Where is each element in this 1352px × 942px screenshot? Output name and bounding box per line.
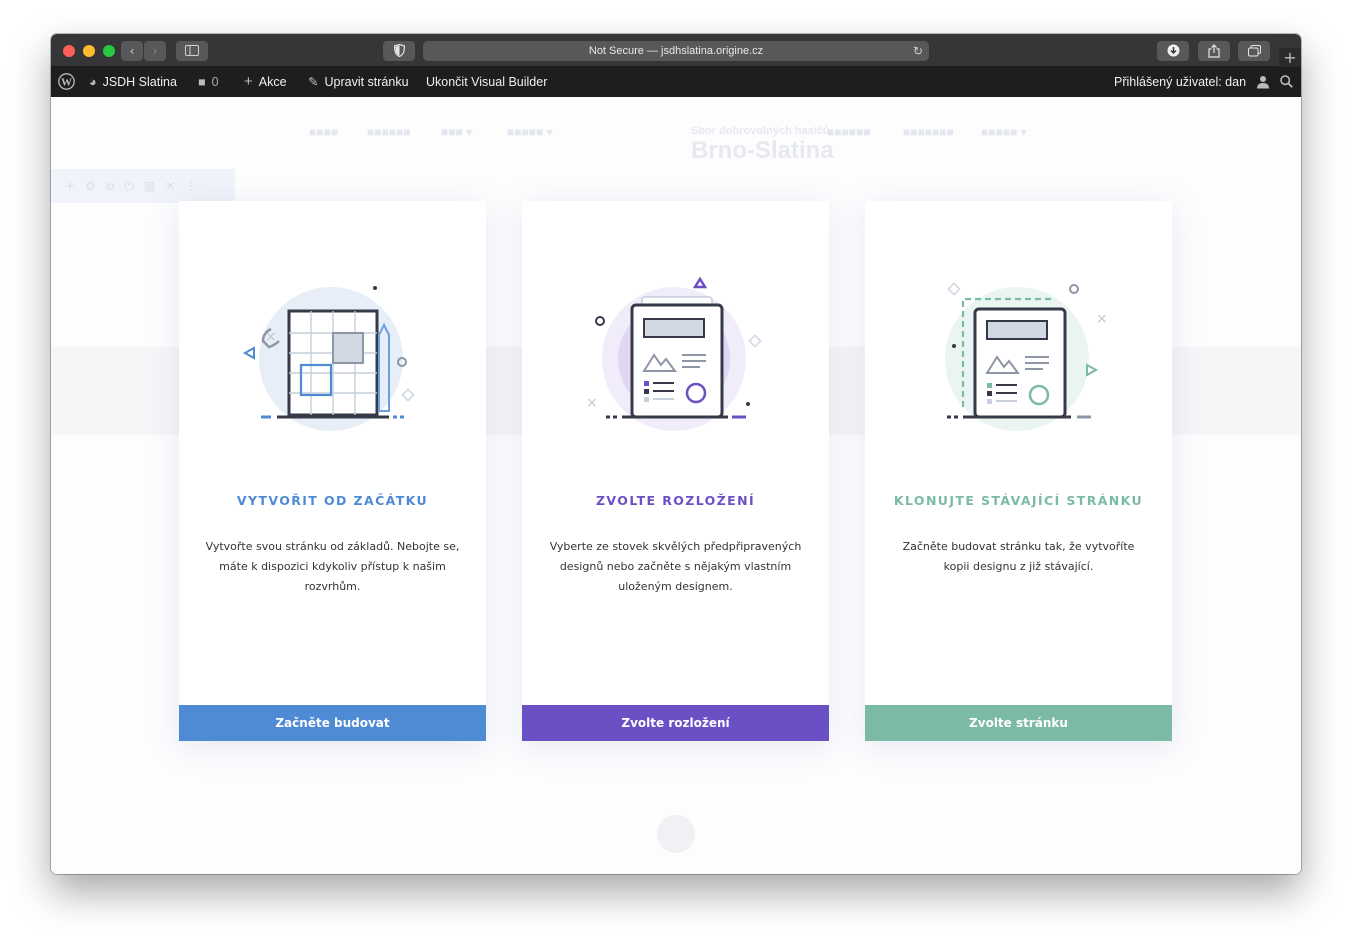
svg-text:×: × xyxy=(1096,311,1108,327)
user-account-menu[interactable]: Přihlášený uživatel: dan xyxy=(1114,67,1270,97)
sidebar-icon xyxy=(185,45,199,56)
plus-icon: + xyxy=(244,73,253,90)
logo-line1: Sbor dobrovolných hasičů xyxy=(691,125,830,137)
comment-icon: ■ xyxy=(198,75,206,89)
user-avatar-icon xyxy=(1256,75,1269,89)
new-tab-button[interactable]: + xyxy=(1279,48,1301,67)
exit-visual-builder-label: Ukončit Visual Builder xyxy=(426,75,548,89)
user-label: Přihlášený uživatel: dan xyxy=(1114,75,1247,89)
faded-nav-item: ■■■■■ ▾ xyxy=(507,125,553,139)
faded-nav-item: ■■■■■■ xyxy=(367,125,411,139)
edit-page-link[interactable]: ✎ Upravit stránku xyxy=(308,67,409,97)
forward-button[interactable]: › xyxy=(144,41,166,61)
card-description: Začněte budovat stránku tak, že vytvořít… xyxy=(902,540,1135,573)
card-title: KLONUJTE STÁVAJÍCÍ STRÁNKU xyxy=(893,493,1144,508)
browser-toolbar: ‹ › Not Secure — jsdhslatina.origine.cz … xyxy=(51,34,1301,67)
blueprint-icon: × xyxy=(242,286,415,431)
wp-admin-bar: W ◕ JSDH Slatina ■ 0 + Akce ✎ Upravit stránk… xyxy=(51,67,1301,97)
clone-page-card[interactable]: × KLONUJTE STÁVAJÍCÍ STRÁNKU Začněte bud… xyxy=(865,201,1172,741)
zoom-window-button[interactable] xyxy=(103,45,115,57)
site-name-menu[interactable]: ◕ JSDH Slatina xyxy=(89,67,177,97)
svg-text:W: W xyxy=(61,77,72,89)
site-name-label: JSDH Slatina xyxy=(102,75,177,89)
dashboard-icon: ◕ xyxy=(89,75,97,89)
svg-text:×: × xyxy=(586,395,598,411)
choose-layout-button[interactable]: Zvolte rozložení xyxy=(522,705,829,741)
back-button[interactable]: ‹ xyxy=(121,41,143,61)
faded-nav-item: ■■■■■ ▾ xyxy=(981,125,1027,139)
card-description: Vyberte ze stovek skvělých předpřipraven… xyxy=(549,540,802,593)
search-icon xyxy=(1280,75,1293,89)
minimize-window-button[interactable] xyxy=(83,45,95,57)
chevron-left-icon: ‹ xyxy=(129,44,135,58)
faded-builder-fab xyxy=(657,815,695,853)
build-from-scratch-card[interactable]: × VYTVOŘIT OD ZAČÁTKU Vytvořte svou strá… xyxy=(179,201,486,741)
card-description: Vytvořte svou stránku od základů. Nebojt… xyxy=(205,540,460,593)
wordpress-logo-button[interactable]: W xyxy=(58,67,75,97)
share-button[interactable] xyxy=(1198,41,1230,61)
logo-line2: Brno-Slatina xyxy=(691,137,834,164)
faded-builder-toolbar: +⚙⧉⏻▥✕⋮ xyxy=(51,169,235,203)
tabs-icon xyxy=(1247,45,1261,57)
comments-count: 0 xyxy=(211,75,219,89)
privacy-shield-button[interactable] xyxy=(383,41,415,61)
faded-nav-item: ■■■■■■ xyxy=(827,125,871,139)
address-text: Not Secure — jsdhslatina.origine.cz xyxy=(588,45,764,57)
browser-window: ‹ › Not Secure — jsdhslatina.origine.cz … xyxy=(51,34,1301,874)
share-icon xyxy=(1208,44,1220,58)
page-canvas: ■■■■ ■■■■■■ ■■■ ▾ ■■■■■ ▾ Sbor dobrovoln… xyxy=(51,97,1301,874)
card-title: ZVOLTE ROZLOŽENÍ xyxy=(595,493,756,508)
plus-icon: + xyxy=(1283,48,1297,67)
shield-icon xyxy=(393,43,405,58)
new-content-label: Akce xyxy=(258,75,287,89)
sidebar-toggle-button[interactable] xyxy=(176,41,208,61)
card-title: VYTVOŘIT OD ZAČÁTKU xyxy=(236,493,429,508)
background-site-logo: Sbor dobrovolných hasičů Brno-Slatina xyxy=(643,125,834,165)
clone-page-icon: × xyxy=(945,282,1108,431)
faded-nav-item: ■■■ ▾ xyxy=(441,125,473,139)
pencil-icon: ✎ xyxy=(308,75,319,89)
background-site-header: ■■■■ ■■■■■■ ■■■ ▾ ■■■■■ ▾ Sbor dobrovoln… xyxy=(51,115,1301,164)
chevron-right-icon: › xyxy=(152,44,158,58)
svg-text:×: × xyxy=(265,329,277,345)
exit-visual-builder-link[interactable]: Ukončit Visual Builder xyxy=(426,67,547,97)
download-icon xyxy=(1167,44,1179,57)
faded-nav-item: ■■■■■■■ xyxy=(903,125,954,139)
downloads-button[interactable] xyxy=(1157,41,1189,61)
new-content-menu[interactable]: + Akce xyxy=(244,67,287,97)
admin-search-button[interactable] xyxy=(1280,67,1293,97)
close-window-button[interactable] xyxy=(63,45,75,57)
tabs-overview-button[interactable] xyxy=(1238,41,1270,61)
wordpress-icon: W xyxy=(58,73,75,91)
choose-page-button[interactable]: Zvolte stránku xyxy=(865,705,1172,741)
reload-icon[interactable]: ↻ xyxy=(913,41,923,61)
faded-nav-item: ■■■■ xyxy=(309,125,338,139)
layout-pack-icon: × xyxy=(586,276,762,431)
start-building-button[interactable]: Začněte budovat xyxy=(179,705,486,741)
address-bar[interactable]: Not Secure — jsdhslatina.origine.cz ↻ xyxy=(423,41,929,61)
edit-page-label: Upravit stránku xyxy=(324,75,409,89)
choose-layout-card[interactable]: × ZVOLTE ROZLOŽENÍ Vyberte ze stovek skv… xyxy=(522,201,829,741)
comments-link[interactable]: ■ 0 xyxy=(198,67,219,97)
